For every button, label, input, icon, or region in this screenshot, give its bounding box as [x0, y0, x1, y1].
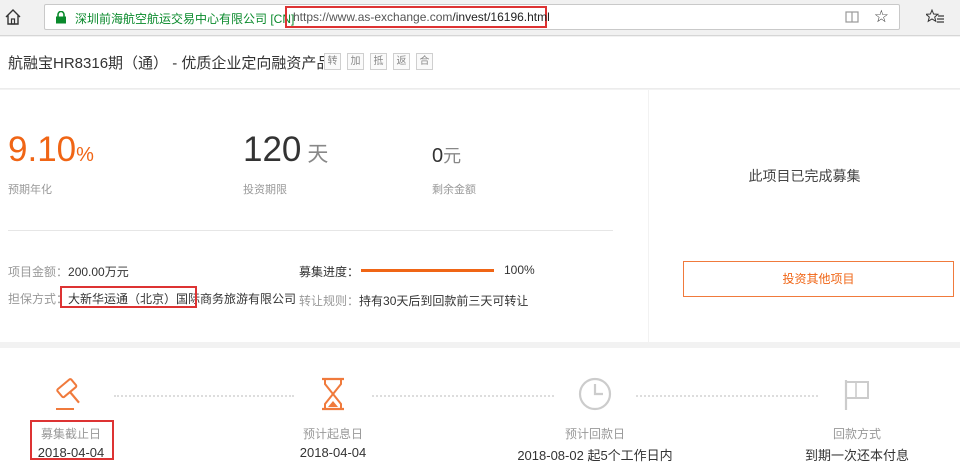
transfer-rule: 转让规则：持有30天后到回款前三天可转让: [299, 294, 529, 308]
site-identity: 深圳前海航空航运交易中心有限公司 [CN]: [75, 12, 295, 26]
invest-other-projects-button[interactable]: 投资其他项目: [683, 261, 954, 297]
timeline-connector: [636, 395, 818, 397]
address-bar[interactable]: 深圳前海航空航运交易中心有限公司 [CN] https://www.as-exc…: [44, 4, 900, 30]
annual-rate-label: 预期年化: [8, 184, 52, 196]
timeline-connector: [372, 395, 554, 397]
reading-view-icon[interactable]: [845, 10, 859, 24]
remaining-amount: 0元: [432, 145, 462, 167]
progress-value: 100%: [504, 263, 535, 277]
funding-status-panel: 此项目已完成募集 投资其他项目: [649, 90, 960, 342]
hourglass-icon: [322, 377, 344, 411]
funding-complete-text: 此项目已完成募集: [748, 168, 861, 184]
project-amount: 项目金额：200.00万元: [8, 265, 129, 279]
tag-mortgage: 抵: [370, 53, 387, 70]
progress-fill: [361, 269, 494, 272]
home-icon[interactable]: [4, 8, 22, 26]
clock-icon: [578, 377, 612, 411]
tag-contract: 合: [416, 53, 433, 70]
flag-icon: [844, 380, 869, 410]
progress-label: 募集进度：: [299, 265, 360, 279]
lock-icon: [56, 11, 66, 24]
guarantee-highlight-box: [60, 286, 197, 308]
tag-rebate: 返: [393, 53, 410, 70]
product-info-panel: 9.10% 预期年化 120 天 投资期限 0元 剩余金额 项目金额：200.00…: [0, 90, 648, 342]
product-tags: 转 加 抵 返 合: [324, 53, 433, 70]
url-text[interactable]: https://www.as-exchange.com/invest/16196…: [293, 10, 550, 24]
product-title-row: 航融宝HR8316期（通） - 优质企业定向融资产品 转 加 抵 返 合: [0, 37, 960, 89]
timeline-step-interest-start: 预计起息日 2018-04-04: [299, 427, 367, 460]
url-highlight-box: https://www.as-exchange.com/invest/16196…: [285, 6, 550, 28]
timeline-step-repayment-method: 回款方式 到期一次还本付息: [804, 427, 909, 463]
invest-term-label: 投资期限: [243, 184, 287, 196]
favorite-star-icon[interactable]: ☆: [874, 8, 889, 26]
page-title: 航融宝HR8316期（通） - 优质企业定向融资产品: [8, 55, 332, 72]
browser-toolbar: 深圳前海航空航运交易中心有限公司 [CN] https://www.as-exc…: [0, 0, 960, 36]
remaining-amount-label: 剩余金额: [432, 184, 476, 196]
timeline-step-repayment-date: 预计回款日 2018-08-02 起5个工作日内: [517, 427, 673, 463]
tag-transfer: 转: [324, 53, 341, 70]
timeline-connector: [114, 395, 294, 397]
tag-add: 加: [347, 53, 364, 70]
favorites-list-icon[interactable]: [926, 9, 944, 25]
divider: [8, 230, 613, 231]
progress-bar: [361, 269, 494, 272]
invest-term: 120 天: [243, 130, 329, 169]
deadline-highlight-box: [30, 420, 114, 460]
annual-rate: 9.10%: [8, 130, 94, 169]
auction-hammer-icon: [56, 378, 80, 410]
timeline: 募集截止日 2018-04-04 预计起息日 2018-04-04 预计回款日 …: [0, 348, 960, 465]
